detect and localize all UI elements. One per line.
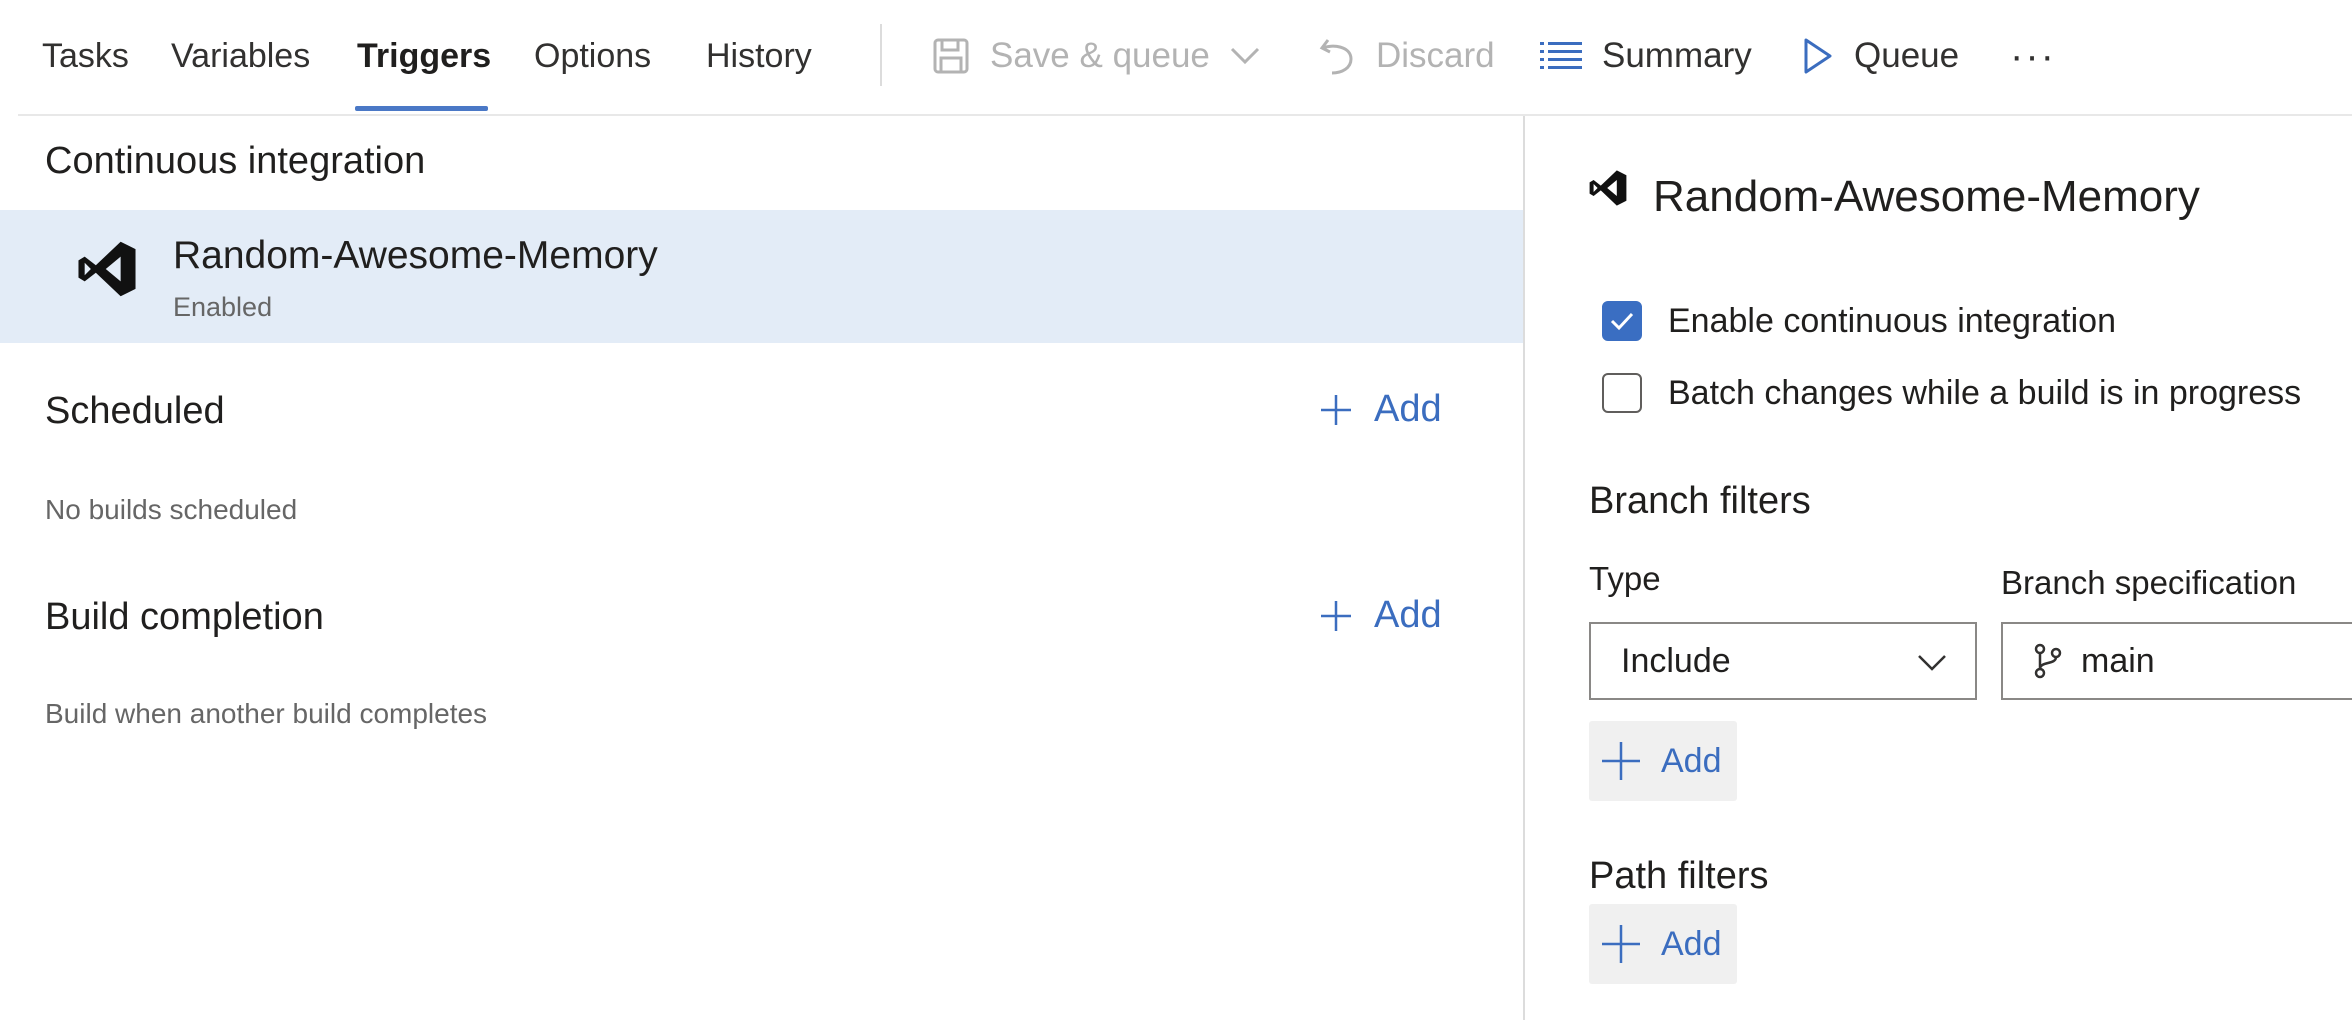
chevron-down-icon — [1230, 46, 1260, 66]
add-build-completion-button[interactable]: Add — [1320, 594, 1442, 637]
git-branch-icon — [2033, 643, 2063, 679]
filter-type-value: Include — [1621, 641, 1731, 680]
add-branch-filter-label: Add — [1661, 741, 1722, 780]
pane-divider[interactable] — [1523, 116, 1525, 1020]
tab-triggers[interactable]: Triggers — [357, 30, 491, 82]
ci-repo-row[interactable]: Random-Awesome-Memory Enabled — [0, 210, 1523, 343]
discard-button[interactable]: Discard — [1318, 28, 1495, 84]
plus-icon — [1320, 394, 1352, 426]
ci-section-title: Continuous integration — [45, 140, 426, 182]
add-build-completion-label: Add — [1374, 594, 1442, 636]
ci-status: Enabled — [173, 292, 273, 322]
top-bar: Tasks Variables Triggers Options History… — [0, 0, 2352, 114]
top-bar-divider — [18, 114, 2352, 116]
save-queue-button[interactable]: Save & queue — [932, 28, 1260, 84]
add-path-filter-label: Add — [1661, 924, 1722, 963]
build-completion-section-title: Build completion — [45, 596, 324, 638]
plus-icon — [1320, 600, 1352, 632]
filter-type-dropdown[interactable]: Include — [1589, 622, 1977, 700]
visual-studio-icon — [76, 238, 138, 300]
enable-ci-label: Enable continuous integration — [1668, 301, 2116, 340]
branch-spec-value: main — [2081, 641, 2155, 680]
enable-ci-checkbox[interactable] — [1602, 301, 1642, 341]
more-options-button[interactable]: ··· — [2010, 28, 2056, 84]
batch-changes-label: Batch changes while a build is in progre… — [1668, 373, 2302, 412]
branch-filters-heading: Branch filters — [1589, 480, 1811, 522]
tab-variables[interactable]: Variables — [171, 30, 310, 82]
queue-label: Queue — [1854, 36, 1960, 75]
undo-icon — [1318, 36, 1356, 76]
tab-tasks[interactable]: Tasks — [42, 30, 129, 82]
tab-history[interactable]: History — [706, 30, 812, 82]
toolbar-divider — [880, 24, 882, 86]
save-queue-label: Save & queue — [990, 36, 1210, 75]
queue-button[interactable]: Queue — [1802, 28, 1959, 84]
visual-studio-icon — [1588, 168, 1628, 208]
list-icon — [1540, 39, 1582, 73]
tab-options[interactable]: Options — [534, 30, 651, 82]
no-schedules-text: No builds scheduled — [45, 494, 298, 525]
active-tab-indicator — [355, 106, 488, 111]
play-icon — [1802, 37, 1834, 75]
summary-label: Summary — [1602, 36, 1752, 75]
more-icon: ··· — [2010, 33, 2056, 78]
build-completion-description: Build when another build completes — [45, 698, 488, 729]
plus-icon — [1601, 741, 1641, 781]
chevron-down-icon — [1917, 642, 1947, 681]
ci-repo-name: Random-Awesome-Memory — [173, 234, 658, 277]
type-label: Type — [1589, 560, 1661, 597]
batch-changes-checkbox[interactable] — [1602, 373, 1642, 413]
enable-ci-checkbox-row[interactable]: Enable continuous integration — [1602, 301, 2116, 341]
plus-icon — [1601, 924, 1641, 964]
scheduled-section-title: Scheduled — [45, 390, 225, 432]
add-schedule-button[interactable]: Add — [1320, 388, 1442, 431]
branch-spec-label: Branch specification — [2001, 564, 2297, 601]
add-path-filter-button[interactable]: Add — [1589, 904, 1737, 984]
save-icon — [932, 37, 970, 75]
path-filters-heading: Path filters — [1589, 855, 1769, 897]
add-branch-filter-button[interactable]: Add — [1589, 721, 1737, 801]
repo-title: Random-Awesome-Memory — [1653, 172, 2200, 221]
summary-button[interactable]: Summary — [1540, 28, 1752, 84]
discard-label: Discard — [1376, 36, 1495, 75]
add-schedule-label: Add — [1374, 388, 1442, 430]
branch-spec-input[interactable]: main — [2001, 622, 2352, 700]
batch-changes-checkbox-row[interactable]: Batch changes while a build is in progre… — [1602, 373, 2301, 413]
checkmark-icon — [1610, 312, 1634, 331]
